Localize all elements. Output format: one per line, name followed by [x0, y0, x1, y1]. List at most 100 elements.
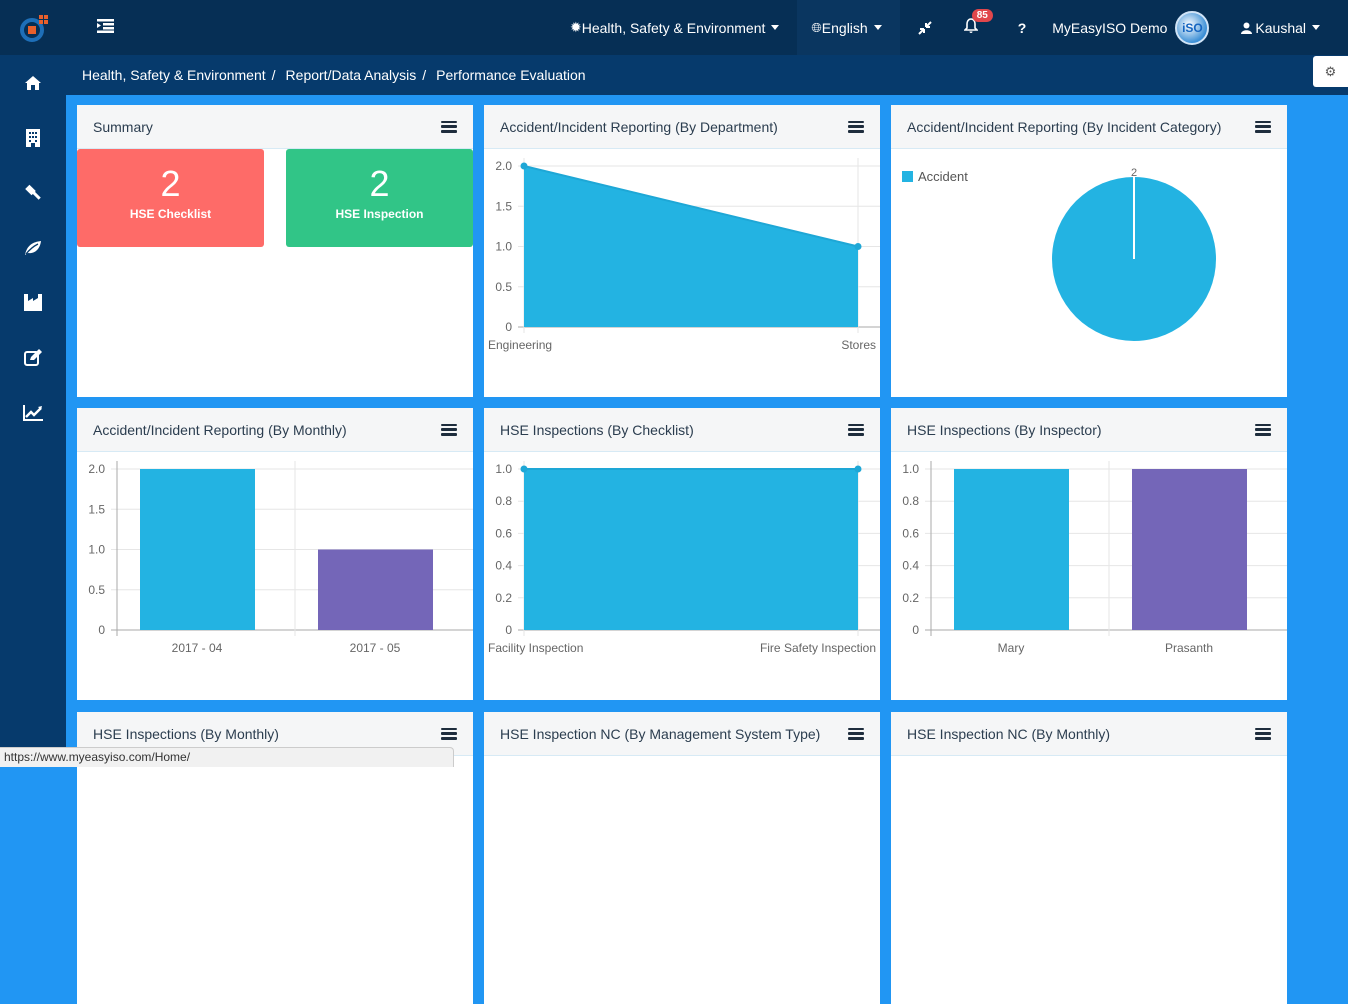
x-tick-label: 2017 - 04	[172, 641, 223, 655]
panel-header: HSE Inspections (By Checklist)	[484, 408, 880, 452]
help-button[interactable]: ?	[1000, 0, 1045, 55]
user-icon	[1241, 22, 1253, 34]
home-icon	[25, 75, 41, 90]
y-tick-label: 0.8	[902, 494, 919, 508]
hse-checklist-tile[interactable]: 2 HSE Checklist	[77, 149, 264, 247]
company-menu[interactable]: MyEasyISO Demo iSO	[1044, 0, 1223, 55]
bar	[1132, 469, 1247, 630]
user-dropdown[interactable]: Kaushal	[1223, 0, 1348, 55]
sidebar-toggle-button[interactable]	[97, 19, 114, 38]
by-inspector-chart: 0 0.2 0.4 0.6 0.8 1.0 Mary Prasanth	[902, 461, 1287, 655]
data-point	[854, 465, 862, 473]
settings-button[interactable]: ⚙	[1313, 56, 1348, 87]
breadcrumb-separator: /	[422, 67, 427, 83]
panel-menu-icon[interactable]	[1255, 423, 1271, 436]
sidebar-item-organization[interactable]	[0, 110, 66, 165]
y-tick-label: 0	[505, 320, 512, 334]
module-dropdown[interactable]: ✹ Health, Safety & Environment	[556, 0, 797, 55]
y-tick-label: 1.5	[495, 199, 512, 213]
nc-management-panel: HSE Inspection NC (By Management System …	[484, 712, 880, 1004]
panel-menu-icon[interactable]	[441, 727, 457, 740]
caret-down-icon	[873, 25, 882, 30]
tile-value: 2	[160, 163, 181, 204]
tile-value: 2	[369, 163, 390, 204]
y-tick-label: 0.4	[495, 559, 512, 573]
x-tick-label: 2017 - 05	[350, 641, 401, 655]
legend-swatch	[902, 171, 913, 182]
y-tick-label: 0.4	[902, 559, 919, 573]
breadcrumb-item-report[interactable]: Report/Data Analysis	[286, 67, 417, 83]
y-tick-label: 2.0	[88, 462, 105, 476]
panel-menu-icon[interactable]	[1255, 727, 1271, 740]
panel-menu-icon[interactable]	[441, 423, 457, 436]
line-chart-icon	[23, 404, 43, 421]
breadcrumb: Health, Safety & Environment / Report/Da…	[66, 55, 1348, 95]
building-icon	[26, 128, 40, 147]
cog-icon: ✹	[569, 19, 582, 35]
panel-header: Accident/Incident Reporting (By Incident…	[891, 105, 1287, 149]
y-tick-label: 0.8	[495, 494, 512, 508]
gavel-icon	[25, 184, 41, 200]
data-point	[520, 465, 528, 473]
indent-icon	[97, 19, 114, 33]
panel-title: HSE Inspection NC (By Management System …	[500, 725, 821, 742]
sidebar-item-home[interactable]	[0, 55, 66, 110]
sidebar-item-operations[interactable]	[0, 275, 66, 330]
panel-header: HSE Inspections (By Inspector)	[891, 408, 1287, 452]
panel-title: HSE Inspection NC (By Monthly)	[907, 725, 1111, 742]
pie-data-label: 2	[1131, 167, 1137, 179]
app-logo[interactable]	[20, 13, 50, 43]
sidebar-item-performance[interactable]	[0, 385, 66, 440]
breadcrumb-item-module[interactable]: Health, Safety & Environment	[82, 67, 266, 83]
by-monthly-chart: 0 0.5 1.0 1.5 2.0 2017 - 04 2017 - 05	[88, 461, 473, 655]
company-avatar: iSO	[1175, 10, 1210, 45]
caret-down-icon	[1312, 25, 1320, 30]
tile-label: HSE Inspection	[335, 207, 424, 221]
sidebar-item-records[interactable]	[0, 330, 66, 385]
by-department-panel: Accident/Incident Reporting (By Departme…	[484, 105, 880, 397]
x-tick-label: Facility Inspection	[488, 641, 583, 655]
x-tick-label: Fire Safety Inspection	[760, 641, 876, 655]
top-navbar: ✹ Health, Safety & Environment 🌐︎ Englis…	[0, 0, 1348, 55]
by-department-chart: 0 0.5 1.0 1.5 2.0 Engineering Stores	[488, 158, 880, 352]
globe-icon: 🌐︎	[811, 19, 822, 35]
by-inspector-panel: HSE Inspections (By Inspector) 0 0.2 0.4 0.…	[891, 408, 1287, 700]
bar	[954, 469, 1069, 630]
x-tick-label: Prasanth	[1165, 641, 1213, 655]
y-tick-label: 0	[912, 623, 919, 637]
y-tick-label: 2.0	[495, 159, 512, 173]
compress-icon	[917, 20, 932, 35]
panel-menu-icon[interactable]	[441, 120, 457, 133]
language-label: English	[821, 19, 868, 36]
edit-icon	[24, 349, 42, 366]
panel-header: HSE Inspection NC (By Management System …	[484, 712, 880, 756]
panel-menu-icon[interactable]	[848, 727, 864, 740]
user-label: Kaushal	[1255, 19, 1306, 36]
data-point	[854, 243, 862, 250]
y-tick-label: 0.5	[88, 583, 105, 597]
y-tick-label: 0.5	[495, 280, 512, 294]
fullscreen-compress-button[interactable]	[900, 0, 950, 55]
notifications-button[interactable]: 85	[950, 0, 1000, 55]
panel-header: Summary	[77, 105, 473, 149]
industry-icon	[24, 294, 42, 311]
y-tick-label: 1.0	[495, 240, 512, 254]
x-tick-label: Mary	[998, 641, 1025, 655]
y-tick-label: 1.0	[902, 462, 919, 476]
panel-menu-icon[interactable]	[848, 423, 864, 436]
y-tick-label: 0.6	[495, 526, 512, 540]
panel-title: HSE Inspections (By Checklist)	[500, 421, 694, 438]
hse-inspection-tile[interactable]: 2 HSE Inspection	[286, 149, 473, 247]
sidebar-item-legal[interactable]	[0, 165, 66, 220]
sidebar-item-environment[interactable]	[0, 220, 66, 275]
legend-label: Accident	[918, 169, 968, 184]
notification-count-badge: 85	[971, 9, 993, 22]
panel-menu-icon[interactable]	[1255, 120, 1271, 133]
panel-menu-icon[interactable]	[848, 120, 864, 133]
leaf-icon	[25, 240, 41, 255]
y-tick-label: 1.0	[88, 543, 105, 557]
breadcrumb-separator: /	[271, 67, 276, 83]
language-dropdown[interactable]: 🌐︎ English	[797, 0, 900, 55]
breadcrumb-item-current: Performance Evaluation	[436, 67, 586, 83]
data-point	[520, 162, 528, 170]
